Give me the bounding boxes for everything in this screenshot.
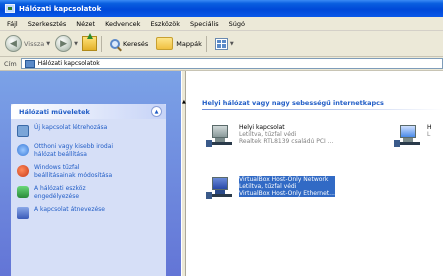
network-tasks-header[interactable]: Hálózati műveletek ▲ — [11, 104, 166, 119]
task-firewall[interactable]: Windows tűzfal beállításainak módosítása — [17, 164, 162, 179]
connection-item-virtualbox[interactable]: VirtualBox Host-Only Network Letiltva, t… — [206, 175, 335, 205]
views-icon — [214, 37, 228, 50]
forward-dropdown-icon[interactable]: ▼ — [74, 41, 78, 47]
collapse-icon[interactable]: ▲ — [151, 106, 162, 117]
task-label: Otthoni vagy kisebb irodai hálózat beáll… — [34, 143, 114, 158]
views-button[interactable]: ▼ — [214, 37, 234, 50]
new-connection-icon — [17, 125, 29, 137]
network-tasks-panel: Hálózati műveletek ▲ Új kapcsolat létreh… — [11, 104, 166, 276]
menu-file[interactable]: Fájl — [7, 20, 18, 28]
connection-item-partial[interactable]: H L — [394, 123, 432, 153]
task-home-network[interactable]: Otthoni vagy kisebb irodai hálózat beáll… — [17, 143, 162, 158]
folders-label: Mappák — [176, 39, 202, 48]
menu-advanced[interactable]: Speciális — [190, 20, 219, 28]
firewall-icon — [17, 165, 29, 177]
search-button[interactable]: Keresés — [110, 38, 149, 49]
menu-favorites[interactable]: Kedvencek — [105, 20, 140, 28]
connection-device: VirtualBox Host-Only Ethernet... — [239, 190, 335, 197]
address-bar: Cím Hálózati kapcsolatok — [0, 57, 443, 71]
task-label: Windows tűzfal beállításainak módosítása — [34, 164, 113, 179]
network-connection-icon — [206, 175, 236, 205]
connection-status: L — [427, 131, 431, 138]
address-value: Hálózati kapcsolatok — [37, 60, 100, 67]
forward-button[interactable]: ▶ — [55, 35, 73, 52]
task-label: Új kapcsolat létrehozása — [34, 124, 108, 131]
task-rename[interactable]: A kapcsolat átnevezése — [17, 206, 162, 219]
task-label: A hálózati eszköz engedélyezése — [34, 185, 86, 200]
connection-device: Realtek RTL8139 családú PCI ... — [239, 138, 334, 145]
toolbar-separator — [205, 35, 207, 52]
home-network-icon — [17, 144, 29, 156]
task-label: A kapcsolat átnevezése — [34, 206, 105, 213]
network-connections-icon — [24, 59, 35, 68]
task-pane: Hálózati műveletek ▲ Új kapcsolat létreh… — [0, 71, 181, 276]
folders-button[interactable]: Mappák — [156, 37, 202, 50]
connection-name: Helyi kapcsolat — [239, 124, 285, 131]
folder-up-icon — [82, 33, 97, 51]
menu-bar: Fájl Szerkesztés Nézet Kedvencek Eszközö… — [0, 17, 443, 31]
views-dropdown-icon[interactable]: ▼ — [230, 41, 234, 47]
network-connection-icon — [394, 123, 424, 153]
menu-tools[interactable]: Eszközök — [150, 20, 180, 28]
menu-edit[interactable]: Szerkesztés — [28, 20, 66, 28]
network-tasks-title: Hálózati műveletek — [19, 107, 90, 116]
scroll-up-icon[interactable]: ▲ — [182, 99, 186, 105]
connection-status: Letiltva, tűzfal védi — [239, 183, 335, 190]
task-enable-device[interactable]: A hálózati eszköz engedélyezése — [17, 185, 162, 200]
address-field[interactable]: Hálózati kapcsolatok — [20, 58, 443, 69]
connections-view: Helyi hálózat vagy nagy sebességű intern… — [186, 71, 443, 276]
connection-name: H — [427, 124, 432, 131]
network-connection-icon — [206, 123, 236, 153]
network-connections-icon — [5, 4, 15, 13]
search-icon — [110, 38, 120, 49]
rename-icon — [17, 207, 29, 219]
address-label: Cím — [4, 59, 17, 68]
up-button[interactable] — [82, 33, 97, 51]
forward-arrow-icon: ▶ — [60, 38, 68, 49]
search-label: Keresés — [123, 39, 149, 48]
group-header: Helyi hálózat vagy nagy sebességű intern… — [202, 99, 384, 107]
title-bar[interactable]: Hálózati kapcsolatok — [0, 0, 443, 17]
folders-icon — [156, 37, 174, 50]
toolbar: ◀ Vissza ▼ ▶ ▼ Keresés Mappák ▼ — [0, 31, 443, 57]
connection-item-local[interactable]: Helyi kapcsolat Letiltva, tűzfal védi Re… — [206, 123, 333, 153]
task-new-connection[interactable]: Új kapcsolat létrehozása — [17, 124, 162, 137]
menu-help[interactable]: Súgó — [229, 20, 245, 28]
back-arrow-icon: ◀ — [10, 38, 17, 49]
enable-device-icon — [17, 186, 29, 198]
back-dropdown-icon[interactable]: ▼ — [46, 41, 50, 47]
window-title: Hálózati kapcsolatok — [19, 4, 102, 13]
connection-status: Letiltva, tűzfal védi — [239, 131, 297, 138]
network-tasks-list: Új kapcsolat létrehozása Otthoni vagy ki… — [11, 119, 166, 219]
connection-name: VirtualBox Host-Only Network — [239, 176, 335, 183]
back-button[interactable]: ◀ — [5, 35, 22, 52]
group-divider — [202, 109, 443, 110]
back-label[interactable]: Vissza — [24, 40, 44, 48]
menu-view[interactable]: Nézet — [76, 20, 95, 28]
toolbar-separator — [101, 35, 102, 52]
